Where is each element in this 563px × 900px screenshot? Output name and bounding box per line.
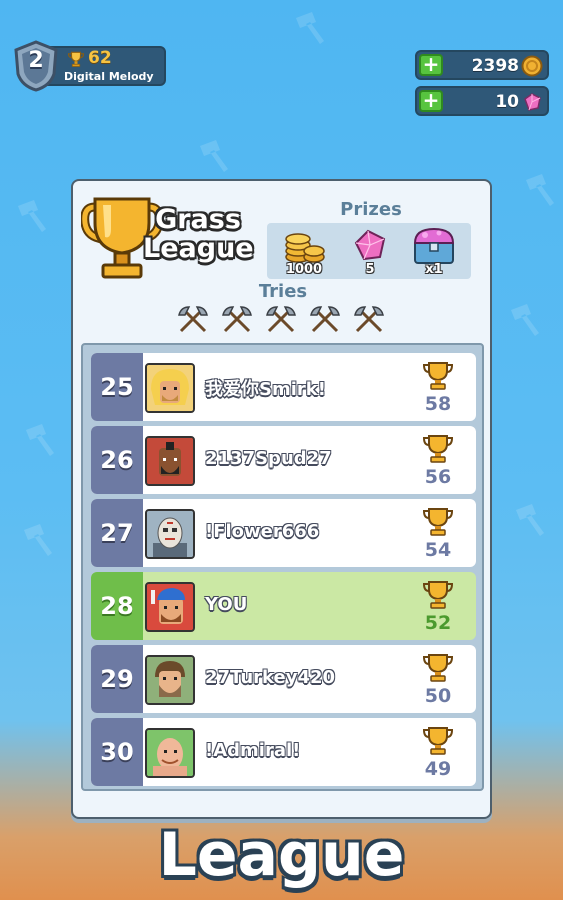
blonde-warrior-avatar [145,363,195,413]
treasure-chest-icon [413,227,455,264]
add-coins-button[interactable]: + [419,54,443,76]
trophy-icon [422,581,454,609]
trophy-score: 50 [424,685,452,707]
bg-hammer-icon [26,424,54,456]
prize-chest: x1 [407,225,461,277]
bg-hammer-icon [200,140,228,172]
trophy-icon [67,51,85,67]
player-level: 2 [28,48,44,73]
player-name: YOU [205,594,248,615]
bg-hammer-icon [18,200,46,232]
rank-number: 26 [100,446,134,474]
trophy-icon [422,654,454,682]
player-profile-chip[interactable]: 2 62 Digital Melody [12,40,166,92]
trophy-score: 58 [424,393,452,415]
leaderboard-row[interactable]: 29 27Turkey420 50 [91,645,476,713]
league-title: Grass League [143,204,254,264]
bg-hammer-icon [296,12,324,44]
trophy-icon [422,362,454,390]
blue-cap-avatar [145,582,195,632]
player-name: !Flower666 [205,521,320,542]
league-header: Grass League Prizes 1000 5 x1 Tries [73,181,490,341]
coin-amount: 2398 [471,56,519,76]
caveman-avatar [145,655,195,705]
player-name: Digital Melody [64,70,154,83]
prizes-label: Prizes [340,199,402,220]
leaderboard-list[interactable]: 25 我爱你Smirk! 58 26 2137Spud27 56 27 !Flo… [81,343,484,791]
player-name: !Admiral! [205,740,301,761]
gem-icon [524,93,541,111]
mohawk-warrior-avatar [145,436,195,486]
coin-counter: + 2398 [415,50,549,80]
rank-number: 30 [100,738,134,766]
player-name: 我爱你Smirk! [205,379,326,400]
rank-number: 29 [100,665,134,693]
tries-row [175,305,395,335]
rank-number: 28 [100,592,134,620]
bald-warrior-avatar [145,728,195,778]
gem-amount: 10 [495,92,519,112]
trophy-score: 54 [424,539,452,561]
player-name: 2137Spud27 [205,448,332,469]
rank-number: 27 [100,519,134,547]
prize-coins-amount: 1000 [285,262,323,277]
leaderboard-row[interactable]: 26 2137Spud27 56 [91,426,476,494]
player-trophy-count: 62 [88,48,112,68]
gem-counter: + 10 [415,86,549,116]
trophy-icon [422,727,454,755]
leaderboard-row-you[interactable]: 28 YOU 52 [91,572,476,640]
league-panel: Grass League Prizes 1000 5 x1 Tries 25 我… [71,179,492,819]
bg-hammer-icon [516,504,544,536]
tries-label: Tries [258,281,308,302]
rank-number: 25 [100,373,134,401]
crossed-axes-icon [266,306,296,333]
trophy-score: 49 [424,758,452,780]
hockey-mask-avatar [145,509,195,559]
bg-hammer-icon [24,524,52,556]
player-name: 27Turkey420 [205,667,336,688]
league-title-line2: League [143,233,254,264]
crossed-axes-icon [354,306,384,333]
trophy-icon [422,435,454,463]
screen-title: League [158,820,405,890]
prize-gems-amount: 5 [365,262,375,277]
coin-stack-icon [285,233,325,263]
coin-icon [521,55,543,77]
leaderboard-row[interactable]: 30 !Admiral! 49 [91,718,476,786]
crossed-axes-icon [310,306,340,333]
bg-hammer-icon [526,174,554,206]
bg-hammer-icon [511,304,539,336]
prize-chest-amount: x1 [425,262,443,277]
league-title-line1: Grass [155,204,241,235]
crossed-axes-icon [222,306,252,333]
gem-icon [354,229,386,261]
prize-gems: 5 [343,225,397,277]
trophy-score: 56 [424,466,452,488]
prize-coins: 1000 [277,225,331,277]
add-gems-button[interactable]: + [419,90,443,112]
crossed-axes-icon [178,306,208,333]
trophy-score: 52 [424,612,452,634]
trophy-icon [422,508,454,536]
leaderboard-row[interactable]: 25 我爱你Smirk! 58 [91,353,476,421]
leaderboard-row[interactable]: 27 !Flower666 54 [91,499,476,567]
prizes-box: 1000 5 x1 [267,223,471,279]
